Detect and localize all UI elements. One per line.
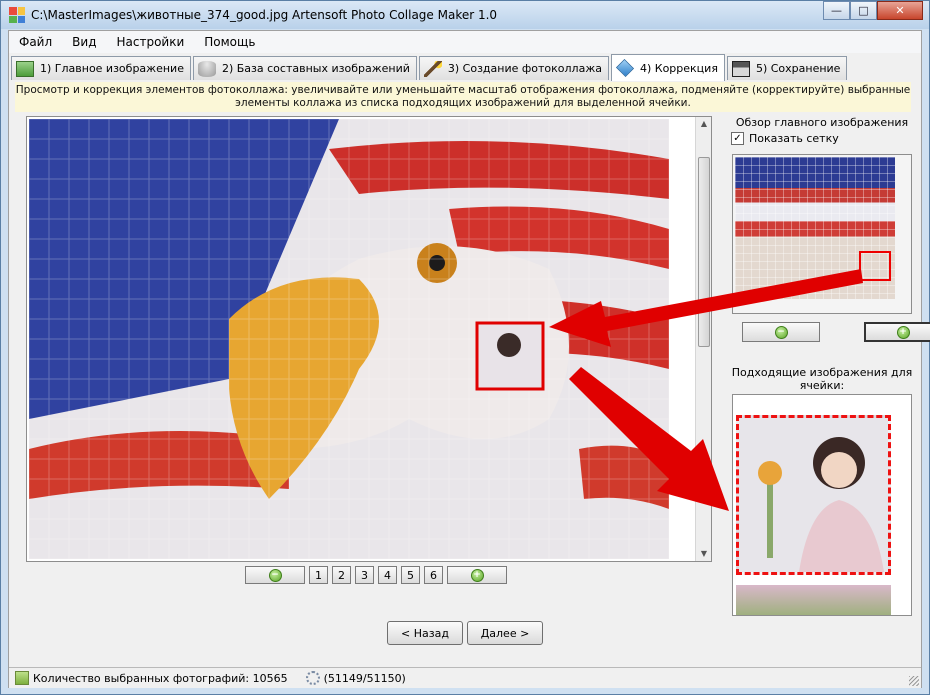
collage-image[interactable] xyxy=(29,119,669,559)
magic-wand-icon xyxy=(423,60,442,77)
resize-grip-icon[interactable] xyxy=(909,676,919,686)
window-title: C:\MasterImages\животные_374_good.jpg Ar… xyxy=(31,8,498,22)
matching-image-selected[interactable] xyxy=(736,415,891,575)
overview-zoom-out-button[interactable]: − xyxy=(742,322,820,342)
photos-icon xyxy=(15,671,29,685)
menu-settings[interactable]: Настройки xyxy=(106,35,194,49)
zoom-out-button[interactable]: − xyxy=(245,566,305,584)
maximize-button[interactable]: □ xyxy=(850,1,877,20)
show-grid-label: Показать сетку xyxy=(749,132,839,145)
plus-icon: + xyxy=(470,568,484,582)
overview-zoom-in-button[interactable]: + xyxy=(864,322,930,342)
main-image-icon xyxy=(16,60,34,77)
page-1-button[interactable]: 1 xyxy=(309,566,328,584)
matching-image-next[interactable] xyxy=(736,585,891,615)
page-6-button[interactable]: 6 xyxy=(424,566,443,584)
database-icon xyxy=(197,60,216,77)
selected-count: Количество выбранных фотографий: 10565 xyxy=(33,671,288,685)
progress-spinner-icon xyxy=(305,671,320,685)
matching-images-title: Подходящие изображения для ячейки: xyxy=(731,366,913,392)
collage-view[interactable]: ▲ ▼ xyxy=(26,116,712,562)
zoom-in-button[interactable]: + xyxy=(447,566,507,584)
show-grid-checkbox[interactable]: ✓ xyxy=(731,132,744,145)
close-button[interactable]: ✕ xyxy=(877,1,923,20)
scroll-down-arrow-icon[interactable]: ▼ xyxy=(696,547,711,561)
progress-counter: (51149/51150) xyxy=(323,671,406,685)
tab-label: 4) Коррекция xyxy=(639,61,718,75)
overview-preview[interactable] xyxy=(732,154,912,314)
overview-zoom-buttons: − + xyxy=(742,322,930,342)
page-2-button[interactable]: 2 xyxy=(332,566,351,584)
menu-help[interactable]: Помощь xyxy=(194,35,265,49)
tab-create-collage[interactable]: 3) Создание фотоколлажа xyxy=(418,56,609,80)
scroll-up-arrow-icon[interactable]: ▲ xyxy=(696,117,711,131)
plus-icon: + xyxy=(896,325,910,339)
status-bar: Количество выбранных фотографий: 10565 (… xyxy=(9,667,921,688)
matching-images-list[interactable] xyxy=(732,394,912,616)
page-3-button[interactable]: 3 xyxy=(355,566,374,584)
next-button[interactable]: Далее > xyxy=(467,621,543,645)
tab-correction[interactable]: 4) Коррекция xyxy=(610,54,725,81)
tab-label: 3) Создание фотоколлажа xyxy=(447,62,602,75)
app-icon xyxy=(9,7,25,23)
minus-icon: − xyxy=(268,568,282,582)
wizard-navigation: < Назад Далее > xyxy=(387,621,543,645)
show-grid-row[interactable]: ✓ Показать сетку xyxy=(731,132,917,145)
collage-pager: − 1 2 3 4 5 6 + xyxy=(245,566,507,584)
page-4-button[interactable]: 4 xyxy=(378,566,397,584)
cube-icon xyxy=(615,58,634,78)
app-window: C:\MasterImages\животные_374_good.jpg Ar… xyxy=(0,0,930,695)
matching-photo-graphic xyxy=(739,418,888,572)
wizard-tabs: 1) Главное изображение 2) База составных… xyxy=(11,54,849,81)
collage-vertical-scrollbar[interactable]: ▲ ▼ xyxy=(695,117,711,561)
tab-label: 2) База составных изображений xyxy=(221,62,410,75)
info-message: Просмотр и коррекция элементов фотоколла… xyxy=(15,82,911,112)
minus-icon: − xyxy=(774,325,788,339)
menu-bar: Файл Вид Настройки Помощь xyxy=(9,31,921,53)
scroll-thumb[interactable] xyxy=(698,157,710,347)
menu-view[interactable]: Вид xyxy=(62,35,106,49)
tab-save[interactable]: 5) Сохранение xyxy=(726,56,848,80)
tab-label: 1) Главное изображение xyxy=(40,62,184,75)
collage-mosaic-graphic xyxy=(29,119,669,559)
page-5-button[interactable]: 5 xyxy=(401,566,420,584)
minimize-button[interactable]: — xyxy=(823,1,850,20)
back-button[interactable]: < Назад xyxy=(387,621,463,645)
right-panel: Обзор главного изображения ✓ Показать се… xyxy=(727,116,930,616)
tab-label: 5) Сохранение xyxy=(755,62,841,75)
main-client: Файл Вид Настройки Помощь 1) Главное изо… xyxy=(8,30,930,688)
overview-selection-frame[interactable] xyxy=(859,251,891,281)
menu-file[interactable]: Файл xyxy=(9,35,62,49)
tab-database[interactable]: 2) База составных изображений xyxy=(192,56,417,80)
title-bar: C:\MasterImages\животные_374_good.jpg Ar… xyxy=(1,1,929,29)
tab-main-image[interactable]: 1) Главное изображение xyxy=(11,56,191,80)
overview-title: Обзор главного изображения xyxy=(735,116,909,129)
floppy-disk-icon xyxy=(731,60,750,77)
